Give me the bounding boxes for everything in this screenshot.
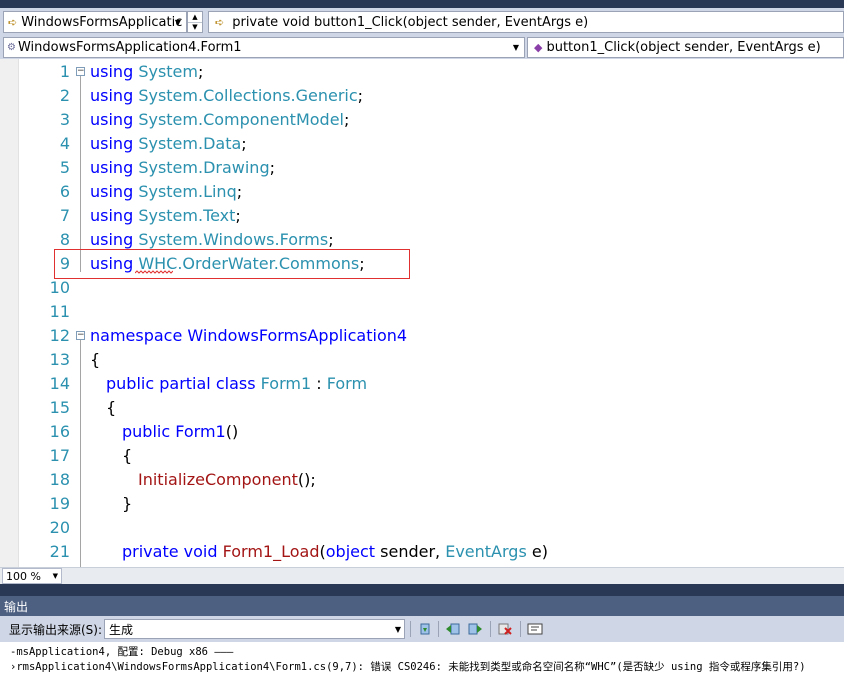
collapse-toggle[interactable]: − <box>76 331 85 340</box>
code-line-2: using System.Collections.Generic; <box>90 86 364 105</box>
line-number: 7 <box>59 206 70 225</box>
code-line-3: using System.ComponentModel; <box>90 110 350 129</box>
code-line-17: { <box>122 446 133 465</box>
member-combo[interactable]: ➪ private void button1_Click(object send… <box>208 11 844 33</box>
word-wrap-icon[interactable] <box>526 620 544 638</box>
code-line-4: using System.Data; <box>90 134 247 153</box>
method-combo-text: button1_Click(object sender, EventArgs e… <box>546 40 821 55</box>
output-panel-title: 输出 <box>4 599 29 614</box>
line-number: 8 <box>59 230 70 249</box>
error-highlight-box <box>54 249 410 279</box>
code-line-19: } <box>122 494 133 513</box>
project-combo-text: WindowsFormsApplicatic <box>21 14 183 30</box>
line-number: 13 <box>49 350 70 369</box>
code-editor[interactable]: 1 2 3 4 5 6 7 8 9 10 11 12 13 14 15 16 1… <box>0 59 844 567</box>
arrow-icon: ➪ <box>215 15 225 29</box>
clear-all-icon[interactable] <box>496 620 514 638</box>
chevron-down-icon[interactable]: ▼ <box>172 15 184 29</box>
output-text-area[interactable]: -msApplication4, 配置: Debug x86 ——— ›rmsA… <box>0 642 844 688</box>
class-combo[interactable]: ⚙ WindowsFormsApplication4.Form1 ▼ <box>3 37 525 58</box>
code-line-16: public Form1() <box>122 422 239 441</box>
navigation-bar-class: ⚙ WindowsFormsApplication4.Form1 ▼ ◆ but… <box>0 36 844 59</box>
line-number: 15 <box>49 398 70 417</box>
method-combo[interactable]: ◆ button1_Click(object sender, EventArgs… <box>527 37 844 58</box>
line-number: 1 <box>59 62 70 81</box>
line-number: 2 <box>59 86 70 105</box>
line-number: 10 <box>49 278 70 297</box>
code-line-1: using System; <box>90 62 204 81</box>
chevron-down-icon[interactable]: ▼ <box>188 22 202 32</box>
line-number: 4 <box>59 134 70 153</box>
zoom-combo[interactable]: 100 % ▼ <box>2 568 62 584</box>
outline-guide <box>80 340 81 567</box>
class-icon: ⚙ <box>7 42 16 53</box>
line-number: 19 <box>49 494 70 513</box>
line-number: 6 <box>59 182 70 201</box>
zoom-bar: 100 % ▼ <box>0 567 844 584</box>
chevron-down-icon[interactable]: ▼ <box>53 572 58 580</box>
toolbar-separator <box>410 621 411 637</box>
arrow-icon: ➪ <box>8 15 18 29</box>
output-toolbar: 显示输出来源(S): 生成 ▼ <box>0 616 844 642</box>
line-number: 18 <box>49 470 70 489</box>
output-source-combo[interactable]: 生成 ▼ <box>104 619 405 639</box>
code-line-21: private void Form1_Load(object sender, E… <box>122 542 548 561</box>
output-panel-header: 输出 <box>0 596 844 616</box>
collapse-toggle[interactable]: − <box>76 67 85 76</box>
chevron-down-icon[interactable]: ▼ <box>510 40 522 54</box>
error-squiggle <box>135 270 173 274</box>
code-line-14: public partial class Form1 : Form <box>106 374 368 393</box>
code-line-12: namespace WindowsFormsApplication4 <box>90 326 408 345</box>
toolbar-separator <box>438 621 439 637</box>
output-source-label: 显示输出来源(S): <box>9 623 103 637</box>
toolbar-separator <box>520 621 521 637</box>
line-number: 14 <box>49 374 70 393</box>
next-message-icon[interactable] <box>466 620 484 638</box>
toolbar-separator <box>490 621 491 637</box>
navigation-bar-top: ➪ WindowsFormsApplicatic ▼ ▲ ▼ ➪ private… <box>0 8 844 36</box>
line-number: 21 <box>49 542 70 561</box>
member-combo-text: private void button1_Click(object sender… <box>232 14 589 30</box>
method-icon: ◆ <box>534 41 543 54</box>
code-line-18: InitializeComponent(); <box>138 470 316 489</box>
line-number: 20 <box>49 518 70 537</box>
line-number: 16 <box>49 422 70 441</box>
code-line-8: using System.Windows.Forms; <box>90 230 334 249</box>
code-line-13: { <box>90 350 101 369</box>
previous-message-icon[interactable] <box>444 620 462 638</box>
output-line: ›rmsApplication4\WindowsFormsApplication… <box>10 661 806 673</box>
code-line-7: using System.Text; <box>90 206 241 225</box>
line-number: 11 <box>49 302 70 321</box>
panel-splitter[interactable] <box>0 584 844 596</box>
output-line: -msApplication4, 配置: Debug x86 ——— <box>10 646 234 658</box>
go-to-location-icon[interactable] <box>416 620 434 638</box>
code-line-6: using System.Linq; <box>90 182 243 201</box>
outline-guide <box>80 76 81 272</box>
line-number: 5 <box>59 158 70 177</box>
line-number: 17 <box>49 446 70 465</box>
scroll-spinner[interactable]: ▲ ▼ <box>187 11 203 33</box>
class-combo-text: WindowsFormsApplication4.Form1 <box>17 40 242 55</box>
chevron-down-icon[interactable]: ▼ <box>395 625 401 634</box>
project-combo[interactable]: ➪ WindowsFormsApplicatic ▼ <box>3 11 187 33</box>
indicator-margin[interactable] <box>0 59 19 567</box>
line-number: 3 <box>59 110 70 129</box>
title-strip <box>0 0 844 8</box>
code-line-5: using System.Drawing; <box>90 158 275 177</box>
code-line-15: { <box>106 398 117 417</box>
line-number: 12 <box>49 326 70 345</box>
